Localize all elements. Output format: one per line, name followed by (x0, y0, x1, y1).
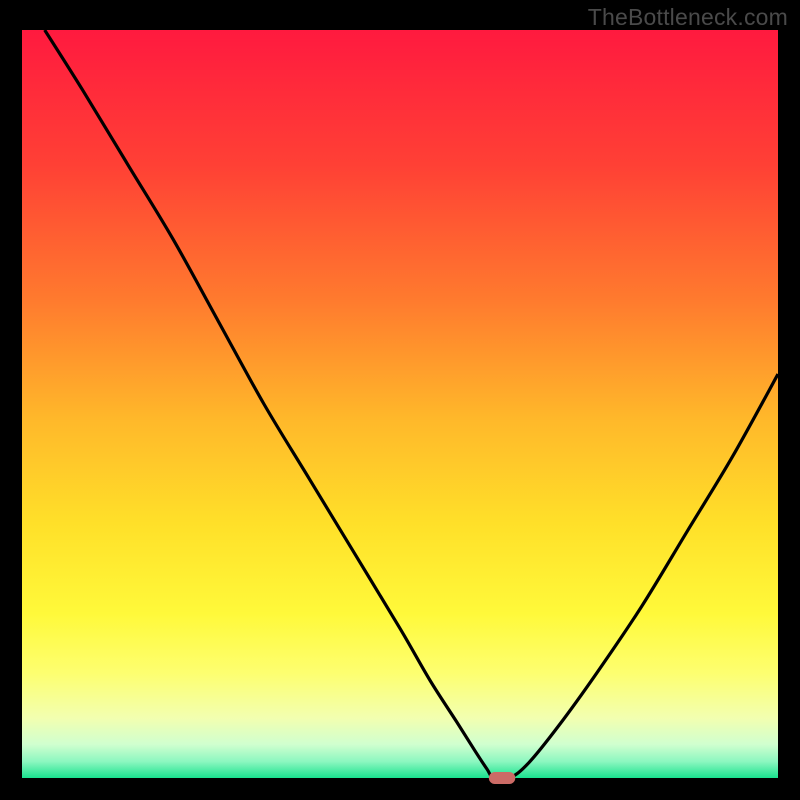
optimum-marker (489, 772, 515, 784)
plot-background (22, 30, 778, 778)
chart-svg (0, 0, 800, 800)
chart-frame (0, 0, 800, 800)
watermark-text: TheBottleneck.com (588, 4, 788, 31)
